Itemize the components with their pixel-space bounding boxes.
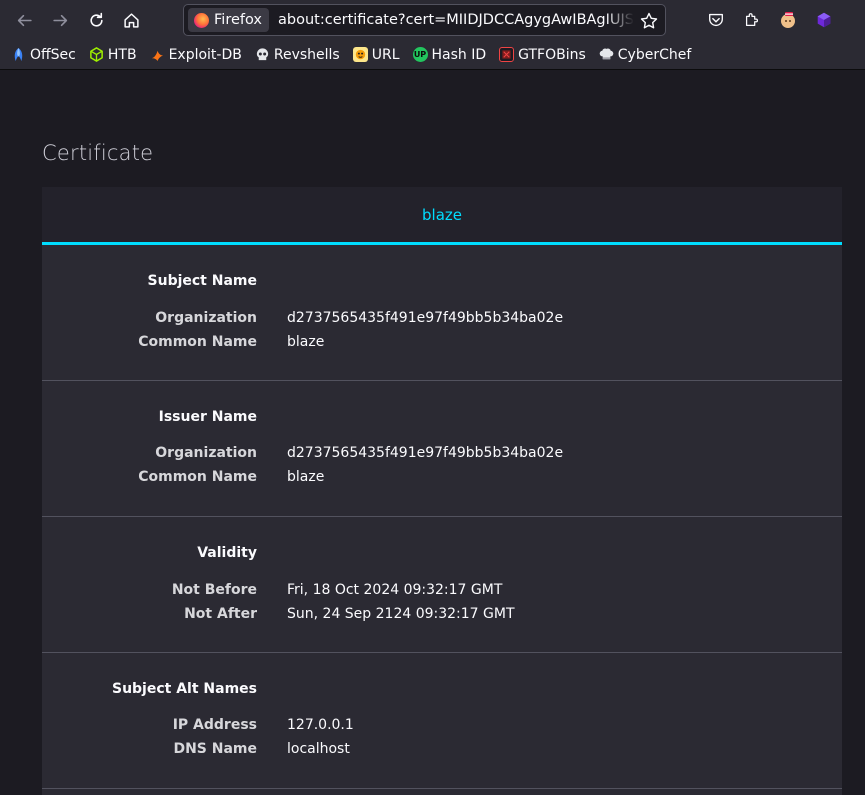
section-issuer-name: Issuer Name Organization d2737565435f491… [42, 381, 842, 517]
field-value: blaze [287, 469, 325, 485]
back-button[interactable] [7, 4, 41, 36]
bookmark-hash-id[interactable]: UP Hash ID [412, 47, 486, 63]
extensions-puzzle-icon[interactable] [742, 10, 762, 30]
field-value: Sun, 24 Sep 2124 09:32:17 GMT [287, 606, 515, 622]
identity-label: Firefox [214, 12, 262, 28]
field-value: Fri, 18 Oct 2024 09:32:17 GMT [287, 582, 503, 598]
page-title: Certificate [42, 141, 154, 165]
url-bar[interactable]: Firefox about:certificate?cert=MIIDJDCCA… [183, 4, 666, 36]
section-title: Subject Name [147, 273, 257, 289]
url-decoder-icon [352, 47, 368, 62]
arrow-left-icon [17, 14, 32, 26]
section-title: Issuer Name [158, 409, 257, 425]
bookmark-revshells[interactable]: Revshells [255, 47, 340, 63]
field-label: Organization [155, 445, 257, 461]
reload-button[interactable] [79, 4, 113, 36]
section-title: Validity [197, 545, 257, 561]
addon-bowl-icon[interactable] [778, 10, 798, 30]
home-icon [123, 12, 139, 28]
field-value: d2737565435f491e97f49bb5b34ba02e [287, 310, 564, 326]
url-input[interactable]: about:certificate?cert=MIIDJDCCAgygAwIBA… [278, 12, 634, 28]
bookmark-cyberchef[interactable]: CyberChef [599, 47, 691, 63]
bookmark-star-icon[interactable] [639, 11, 659, 31]
section-title: Subject Alt Names [111, 681, 257, 697]
section-subject-name: Subject Name Organization d2737565435f49… [42, 245, 842, 381]
arrow-right-icon [52, 14, 67, 26]
certificate-card: blaze Subject Name Organization d2737565… [42, 187, 842, 795]
gtfobins-icon [499, 47, 515, 62]
bookmark-gtfobins[interactable]: GTFOBins [499, 47, 586, 63]
field-label: Not Before [171, 582, 257, 598]
field-value: d2737565435f491e97f49bb5b34ba02e [287, 445, 564, 461]
offsec-icon [11, 47, 26, 62]
field-value: 127.0.0.1 [287, 717, 354, 733]
section-validity: Validity Not Before Fri, 18 Oct 2024 09:… [42, 517, 842, 653]
field-label: DNS Name [173, 741, 257, 757]
navigation-toolbar: Firefox about:certificate?cert=MIIDJDCCA… [0, 0, 865, 40]
addon-purple-cube-icon[interactable] [814, 10, 834, 30]
chef-hat-icon [599, 47, 614, 62]
field-label: Common Name [138, 469, 257, 485]
skull-icon [255, 47, 270, 62]
reload-icon [89, 12, 103, 27]
bookmarks-toolbar: OffSec HTB Exploit-DB Revshells URL UP H… [0, 40, 865, 70]
exploitdb-icon [150, 47, 165, 62]
page-content: Certificate blaze Subject Name Organizat… [0, 71, 865, 795]
field-value: blaze [287, 334, 325, 350]
tab-label: blaze [422, 205, 462, 224]
identity-box[interactable]: Firefox [188, 8, 269, 32]
section-subject-alt-names: Subject Alt Names IP Address 127.0.0.1 D… [42, 653, 842, 789]
field-label: Common Name [138, 334, 257, 350]
field-label: Not After [184, 606, 257, 622]
bookmark-htb[interactable]: HTB [89, 47, 137, 63]
field-label: IP Address [172, 717, 257, 733]
field-value: localhost [287, 741, 350, 757]
bookmark-exploit-db[interactable]: Exploit-DB [150, 47, 242, 63]
forward-button[interactable] [43, 4, 77, 36]
bookmark-url[interactable]: URL [352, 47, 400, 63]
home-button[interactable] [114, 4, 148, 36]
firefox-logo-icon [194, 12, 209, 28]
hashid-icon: UP [412, 47, 428, 62]
tab-blaze[interactable]: blaze [42, 187, 842, 245]
field-label: Organization [155, 310, 257, 326]
bookmark-offsec[interactable]: OffSec [11, 47, 76, 63]
pocket-icon[interactable] [706, 10, 726, 30]
htb-cube-icon [89, 47, 104, 62]
